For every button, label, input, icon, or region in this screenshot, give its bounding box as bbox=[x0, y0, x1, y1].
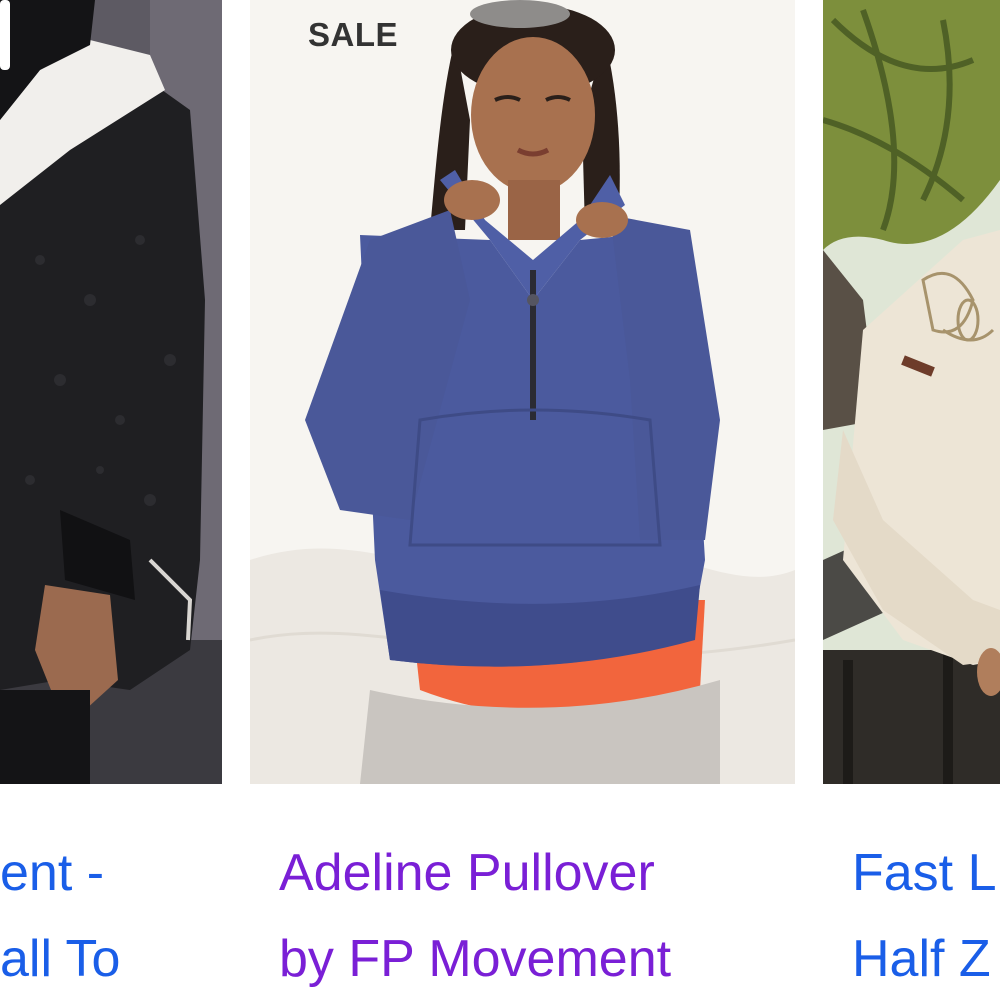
product-title-center[interactable]: Adeline Pullover bbox=[279, 830, 655, 916]
product-title-right[interactable]: Fast L bbox=[852, 830, 997, 916]
product-title-left[interactable]: ent - bbox=[0, 830, 104, 916]
product-image-center[interactable] bbox=[250, 0, 795, 784]
product-image-right[interactable] bbox=[823, 0, 1000, 784]
product-link-center-line1[interactable]: Adeline Pullover bbox=[279, 844, 655, 902]
product-link-right-line2[interactable]: Half Z bbox=[852, 930, 991, 988]
product-link-left-line1[interactable]: ent - bbox=[0, 844, 104, 902]
product-image-left[interactable] bbox=[0, 0, 222, 784]
product-link-left-line2[interactable]: all To bbox=[0, 930, 120, 988]
product-link-right-line1[interactable]: Fast L bbox=[852, 844, 997, 902]
product-title-right-2[interactable]: Half Z bbox=[852, 916, 991, 1002]
product-title-left-2[interactable]: all To bbox=[0, 916, 120, 1002]
product-title-center-2[interactable]: by FP Movement bbox=[279, 916, 671, 1002]
product-link-center-line2[interactable]: by FP Movement bbox=[279, 930, 671, 988]
sale-badge: SALE bbox=[308, 16, 399, 53]
